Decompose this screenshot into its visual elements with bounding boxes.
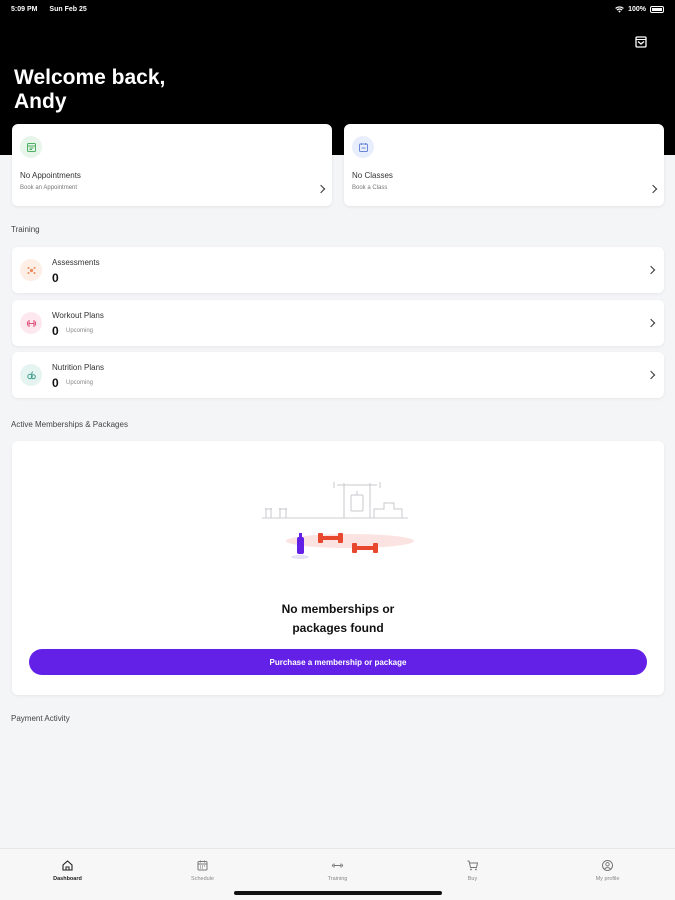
classes-title: No Classes (352, 171, 393, 180)
workout-plans-row[interactable]: Workout Plans 0 Upcoming (12, 300, 664, 346)
battery-icon (650, 5, 664, 13)
nav-my-profile-label: My profile (595, 876, 620, 882)
training-section-label: Training (11, 225, 40, 234)
workout-plans-count: 0 (52, 324, 59, 338)
nutrition-plans-title: Nutrition Plans (52, 363, 105, 372)
memberships-section-label: Active Memberships & Packages (11, 420, 128, 429)
nav-dashboard-label: Dashboard (53, 876, 82, 882)
empty-line-2: packages found (292, 621, 384, 635)
nutrition-plans-count: 0 (52, 376, 59, 390)
profile-icon (602, 860, 613, 871)
workout-icon-circle (20, 312, 42, 334)
appointments-card[interactable]: No Appointments Book an Appointment (12, 124, 332, 206)
assessments-title: Assessments (52, 258, 100, 267)
nav-my-profile[interactable]: My profile (540, 849, 675, 900)
welcome-line-1: Welcome back, (14, 66, 166, 89)
appointments-subtitle[interactable]: Book an Appointment (20, 185, 77, 191)
assessments-count: 0 (52, 271, 59, 285)
classes-card[interactable]: No Classes Book a Class (344, 124, 664, 206)
welcome-title: Welcome back, Andy (14, 66, 165, 114)
chevron-right-icon (648, 184, 658, 194)
chevron-right-icon (646, 318, 656, 328)
status-date: Sun Feb 25 (49, 5, 87, 13)
classes-icon-circle (352, 136, 374, 158)
home-icon (62, 860, 73, 871)
payment-activity-label: Payment Activity (11, 714, 70, 723)
home-indicator (234, 891, 442, 895)
cart-icon (467, 860, 479, 871)
appointments-icon-circle (20, 136, 42, 158)
dumbbell-icon (26, 319, 36, 327)
empty-state-message: No memberships or packages found (12, 600, 664, 638)
workout-plans-upcoming: Upcoming (66, 328, 94, 334)
nutrition-plans-upcoming: Upcoming (66, 380, 94, 386)
memberships-panel: No memberships or packages found Purchas… (12, 441, 664, 695)
classes-subtitle[interactable]: Book a Class (352, 185, 387, 191)
nutrition-icon-circle (20, 364, 42, 386)
inbox-icon[interactable] (634, 35, 648, 49)
calendar-icon (26, 142, 36, 152)
chevron-right-icon (646, 265, 656, 275)
chevron-right-icon (316, 184, 326, 194)
appointments-title: No Appointments (20, 171, 81, 180)
assessment-icon (27, 266, 35, 274)
assessments-icon-circle (20, 259, 42, 281)
calendar-icon (197, 860, 208, 871)
empty-line-1: No memberships or (281, 602, 395, 616)
status-bar: 5:09 PM Sun Feb 25 100% (11, 4, 664, 14)
wifi-icon (615, 5, 624, 13)
nav-training-label: Training (327, 876, 348, 882)
assessments-row[interactable]: Assessments 0 (12, 247, 664, 293)
gym-illustration (262, 482, 414, 559)
workout-plans-title: Workout Plans (52, 311, 104, 320)
chevron-right-icon (646, 370, 656, 380)
battery-percent: 100% (628, 5, 646, 13)
class-icon (358, 142, 368, 152)
status-time: 5:09 PM (11, 5, 38, 13)
dumbbell-icon (331, 863, 344, 868)
nav-dashboard[interactable]: Dashboard (0, 849, 135, 900)
welcome-name: Andy (14, 90, 67, 113)
nutrition-plans-row[interactable]: Nutrition Plans 0 Upcoming (12, 352, 664, 398)
nutrition-icon (26, 370, 36, 379)
purchase-membership-button[interactable]: Purchase a membership or package (29, 649, 647, 675)
nav-schedule-label: Schedule (191, 876, 214, 882)
nav-buy-label: Buy (467, 876, 478, 882)
